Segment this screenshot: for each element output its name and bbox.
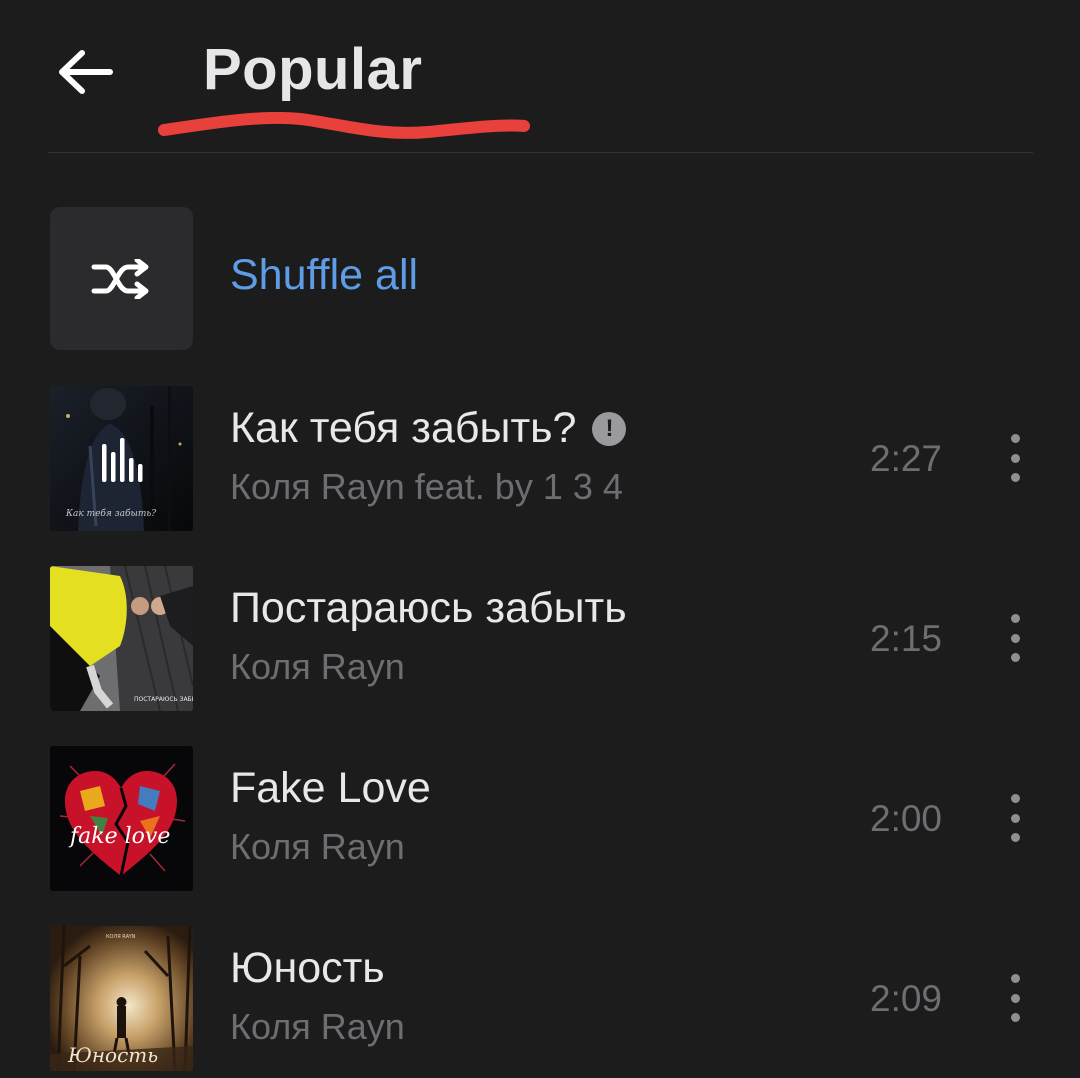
track-artist: Коля Rayn (230, 1006, 405, 1047)
track-row[interactable]: Как тебя забыть? Как тебя забыть? ! Коля… (48, 386, 1048, 531)
header-divider (48, 152, 1033, 153)
more-vert-dot (1010, 653, 1020, 662)
track-artist: Коля Rayn (230, 826, 405, 867)
more-vert-dot (1010, 813, 1020, 823)
svg-text:КОЛЯ RAYN: КОЛЯ RAYN (106, 934, 136, 940)
track-duration: 2:00 (870, 798, 943, 839)
top-bar: Popular (0, 0, 1080, 154)
more-vert-dot (1010, 473, 1020, 482)
track-more-button[interactable] (1000, 794, 1030, 842)
svg-text:ПОСТАРАЮСЬ ЗАБЫТЬ: ПОСТАРАЮСЬ ЗАБЫТЬ (134, 696, 193, 703)
title-underline-mark (158, 112, 530, 139)
more-vert-dot (1010, 633, 1020, 643)
more-vert-icon (1010, 974, 1020, 983)
track-title: Fake Love (230, 764, 431, 813)
track-title: Юность (230, 944, 385, 993)
more-vert-icon (1010, 434, 1020, 443)
more-vert-dot (1010, 453, 1020, 463)
track-artist: Коля Rayn (230, 646, 405, 687)
track-title-text: Юность (230, 944, 385, 992)
track-duration: 2:27 (870, 438, 943, 479)
track-row[interactable]: fake love Fake Love Коля Rayn 2:00 (48, 746, 1048, 891)
cover-caption: Как тебя забыть? (65, 508, 156, 519)
track-cover: ПОСТАРАЮСЬ ЗАБЫТЬ (50, 566, 193, 711)
back-button[interactable] (50, 38, 122, 106)
more-vert-dot (1010, 833, 1020, 842)
track-title-text: Fake Love (230, 764, 431, 812)
cover-caption: fake love (68, 824, 170, 849)
shuffle-all-button[interactable]: Shuffle all (48, 206, 1033, 351)
track-title-text: Как тебя забыть? (230, 404, 577, 452)
track-duration: 2:15 (870, 618, 943, 659)
more-vert-icon (1010, 794, 1020, 803)
track-cover: Как тебя забыть? (50, 386, 193, 531)
shuffle-icon (91, 258, 148, 299)
explicit-badge-icon: ! (592, 411, 627, 446)
track-duration: 2:09 (870, 978, 943, 1019)
shuffle-tile (50, 207, 193, 350)
track-more-button[interactable] (1000, 974, 1030, 1022)
cover-caption: Юность (67, 1043, 158, 1067)
track-more-button[interactable] (1000, 614, 1030, 662)
track-more-button[interactable] (1000, 434, 1030, 482)
track-row[interactable]: КОЛЯ RAYN Юность Юность Коля Rayn 2:09 (48, 926, 1048, 1071)
more-vert-dot (1010, 993, 1020, 1003)
track-cover: fake love (50, 746, 193, 891)
page-title: Popular (203, 37, 423, 102)
track-artist: Коля Rayn feat. by 1 3 4 (230, 466, 623, 507)
shuffle-all-label: Shuffle all (230, 251, 419, 299)
arrow-left-icon (59, 50, 113, 94)
track-cover: КОЛЯ RAYN Юность (50, 926, 193, 1071)
more-vert-icon (1010, 614, 1020, 623)
track-title-text: Постараюсь забыть (230, 584, 627, 632)
track-row[interactable]: ПОСТАРАЮСЬ ЗАБЫТЬ Постараюсь забыть Коля… (48, 566, 1048, 711)
more-vert-dot (1010, 1013, 1020, 1022)
track-title: Постараюсь забыть (230, 584, 627, 633)
track-title: Как тебя забыть? ! (230, 404, 627, 453)
